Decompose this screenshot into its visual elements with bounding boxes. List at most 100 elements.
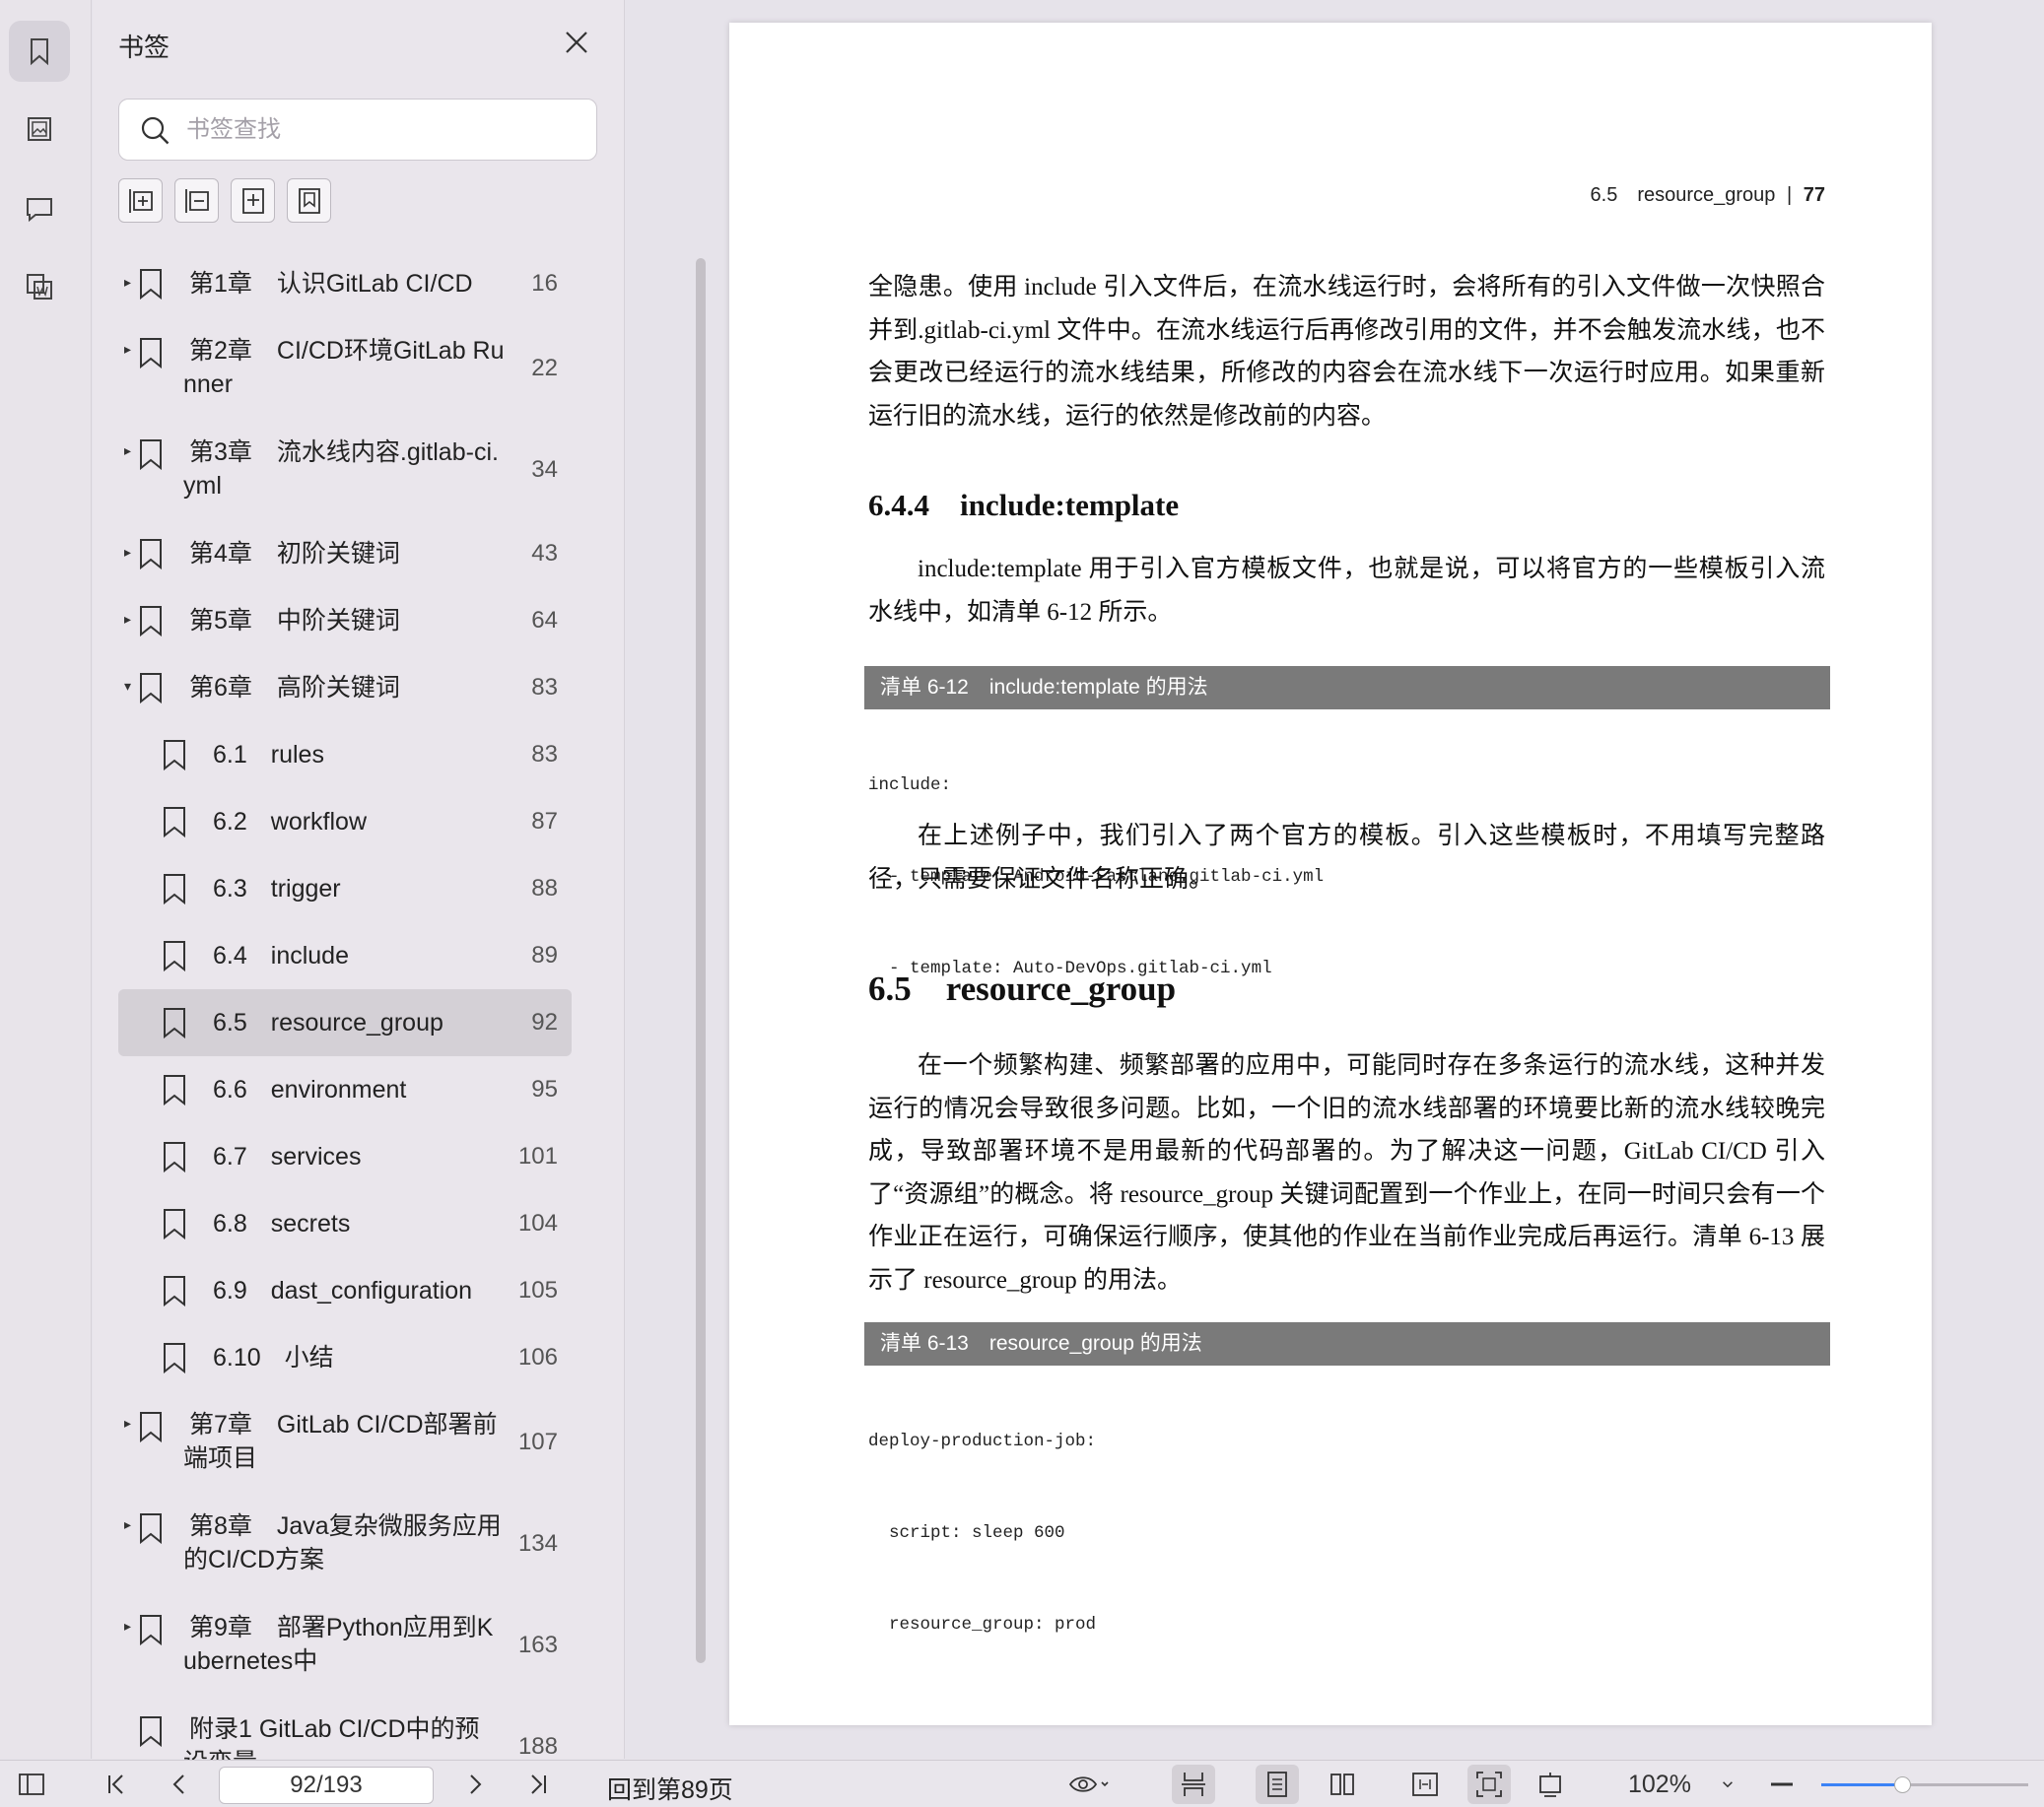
expand-arrow-icon[interactable]: ▸ <box>124 341 131 358</box>
bookmark-icon <box>162 806 187 838</box>
listing-6-12-caption: 清单 6-12 include:template 的用法 <box>864 666 1830 709</box>
view-mode-button[interactable] <box>1060 1761 1120 1807</box>
zoom-slider[interactable] <box>1821 1776 2028 1793</box>
close-icon[interactable] <box>562 28 591 57</box>
bookmark-title: workflow <box>270 808 368 836</box>
bookmark-title: 小结 <box>284 1344 334 1372</box>
code-listing-6-13: deploy-production-job: script: sleep 600… <box>868 1366 1096 1702</box>
first-page-button[interactable] <box>99 1761 134 1807</box>
bookmark-icon <box>31 38 48 66</box>
fit-page-icon <box>1476 1772 1502 1797</box>
bookmark-icon <box>138 438 164 471</box>
bookmark-chapter-item[interactable]: ▸ 第3章 流水线内容.gitlab-ci. yml 34 <box>118 419 572 520</box>
collapse-all-button[interactable] <box>174 178 219 223</box>
bookmark-chapter-item[interactable]: ▸ 第2章 CI/CD环境GitLab Ru nner 22 <box>118 317 572 419</box>
zoom-slider-handle[interactable] <box>1893 1776 1911 1793</box>
expand-arrow-icon[interactable]: ▸ <box>124 1415 131 1432</box>
bookmark-label: 6.1 rules <box>213 738 324 771</box>
toggle-sidebar-button[interactable] <box>14 1761 49 1807</box>
bookmark-title: include <box>270 942 349 970</box>
expand-all-button[interactable] <box>118 178 163 223</box>
next-page-button[interactable] <box>457 1761 493 1807</box>
bookmark-page-number: 89 <box>531 942 558 969</box>
bookmark-chapter-item[interactable]: ▸ 第1章 认识GitLab CI/CD 16 <box>118 250 572 317</box>
comment-icon <box>27 198 52 223</box>
collapse-arrow-icon[interactable]: ▾ <box>124 678 131 695</box>
heading-6-5: 6.5 resource_group <box>868 970 1177 1008</box>
bookmark-chapter-item[interactable]: ▸ 第7章 GitLab CI/CD部署前 端项目 107 <box>118 1391 572 1493</box>
expand-arrow-icon[interactable]: ▸ <box>124 442 131 459</box>
two-page-button[interactable] <box>1321 1761 1364 1807</box>
body-paragraph-3: 在上述例子中，我们引入了两个官方的模板。引入这些模板时，不用填写完整路径，只需要… <box>868 823 1825 893</box>
bookmark-page-number: 83 <box>531 674 558 701</box>
bookmark-title: dast_configuration <box>270 1277 473 1305</box>
convert-panel-button[interactable] <box>9 256 70 317</box>
expand-arrow-icon[interactable]: ▸ <box>124 544 131 561</box>
bookmark-icon <box>162 739 187 771</box>
bookmark-title: secrets <box>270 1210 351 1238</box>
zoom-out-button[interactable] <box>1764 1761 1800 1807</box>
bookmark-scrollbar[interactable] <box>696 258 706 1663</box>
bookmark-page-number: 22 <box>531 355 558 381</box>
bookmark-label: 6.10 小结 <box>213 1341 334 1374</box>
last-page-icon <box>531 1774 546 1794</box>
bookmark-subitem[interactable]: 6.8 secrets 104 <box>118 1190 572 1257</box>
bookmark-label-line: 第4章 初阶关键词 <box>189 540 400 568</box>
bookmark-title: environment <box>270 1076 407 1104</box>
bookmark-label: 6.6 environment <box>213 1073 406 1106</box>
go-back-link[interactable]: 回到第89页 <box>607 1771 733 1806</box>
sidebar-icon <box>19 1774 44 1795</box>
zoom-dropdown-button[interactable] <box>1713 1761 1742 1807</box>
running-head-separator: | <box>1786 184 1793 206</box>
fit-page-button[interactable] <box>1467 1765 1511 1804</box>
bookmark-label: 6.5 resource_group <box>213 1006 443 1039</box>
chevron-left-icon <box>172 1774 184 1794</box>
bookmark-outline-icon <box>298 187 320 214</box>
annotation-panel-button[interactable] <box>9 177 70 238</box>
bookmark-list: ▸ 第1章 认识GitLab CI/CD 16 ▸ 第2章 CI/CD环境GitLab … <box>118 250 572 1797</box>
fit-width-button[interactable] <box>1403 1761 1447 1807</box>
expand-arrow-icon[interactable]: ▸ <box>124 611 131 628</box>
bookmark-subitem[interactable]: 6.9 dast_configuration 105 <box>118 1257 572 1324</box>
continuous-scroll-button[interactable] <box>1172 1765 1215 1804</box>
bookmark-chapter-item[interactable]: ▸ 第8章 Java复杂微服务应用 的CI/CD方案 134 <box>118 1493 572 1594</box>
bookmark-label-line: 附录1 GitLab CI/CD中的预 <box>189 1715 480 1743</box>
bookmark-chapter-item[interactable]: ▾ 第6章 高阶关键词 83 <box>118 654 572 721</box>
last-page-button[interactable] <box>520 1761 556 1807</box>
bookmark-subitem[interactable]: 6.7 services 101 <box>118 1123 572 1190</box>
add-bookmark-button[interactable] <box>231 178 275 223</box>
two-page-icon <box>1330 1774 1354 1795</box>
zoom-level[interactable]: 102% <box>1628 1771 1691 1799</box>
body-paragraph-2: include:template 用于引入官方模板文件，也就是说，可以将官方的一… <box>868 556 1825 626</box>
thumbnail-panel-button[interactable] <box>9 99 70 160</box>
bookmark-label-line: 端项目 <box>183 1444 258 1472</box>
bookmark-subitem[interactable]: 6.6 environment 95 <box>118 1056 572 1123</box>
bookmark-chapter-item[interactable]: ▸ 第5章 中阶关键词 64 <box>118 587 572 654</box>
bookmark-label-line: ubernetes中 <box>183 1647 318 1675</box>
bookmark-chapter-item[interactable]: ▸ 第9章 部署Python应用到K ubernetes中 163 <box>118 1594 572 1696</box>
bookmark-toolbar <box>118 178 331 223</box>
bookmark-subitem[interactable]: 6.3 trigger 88 <box>118 855 572 922</box>
bookmark-subitem[interactable]: 6.1 rules 83 <box>118 721 572 788</box>
expand-arrow-icon[interactable]: ▸ <box>124 1516 131 1533</box>
page-number-input[interactable]: 92/193 <box>219 1767 434 1804</box>
bookmark-icon <box>162 1275 187 1307</box>
bookmark-page-number: 105 <box>517 1277 558 1304</box>
bookmark-subitem[interactable]: 6.10 小结 106 <box>118 1324 572 1391</box>
bookmark-subitem[interactable]: 6.5 resource_group 92 <box>118 989 572 1056</box>
bookmark-panel-button[interactable] <box>9 21 70 82</box>
bookmark-page-button[interactable] <box>287 178 331 223</box>
single-page-button[interactable] <box>1256 1765 1299 1804</box>
previous-page-button[interactable] <box>162 1761 197 1807</box>
bookmark-chapter-item[interactable]: ▸ 第4章 初阶关键词 43 <box>118 520 572 587</box>
rotate-button[interactable] <box>1529 1761 1572 1807</box>
bookmark-subitem[interactable]: 6.2 workflow 87 <box>118 788 572 855</box>
bookmark-section-number: 6.4 <box>213 942 247 970</box>
bookmark-page-number: 34 <box>531 456 558 483</box>
expand-arrow-icon[interactable]: ▸ <box>124 1618 131 1635</box>
expand-arrow-icon[interactable]: ▸ <box>124 274 131 291</box>
bookmark-search-input[interactable] <box>186 109 580 151</box>
bookmark-section-number: 6.6 <box>213 1076 247 1104</box>
search-icon <box>141 116 170 145</box>
bookmark-subitem[interactable]: 6.4 include 89 <box>118 922 572 989</box>
